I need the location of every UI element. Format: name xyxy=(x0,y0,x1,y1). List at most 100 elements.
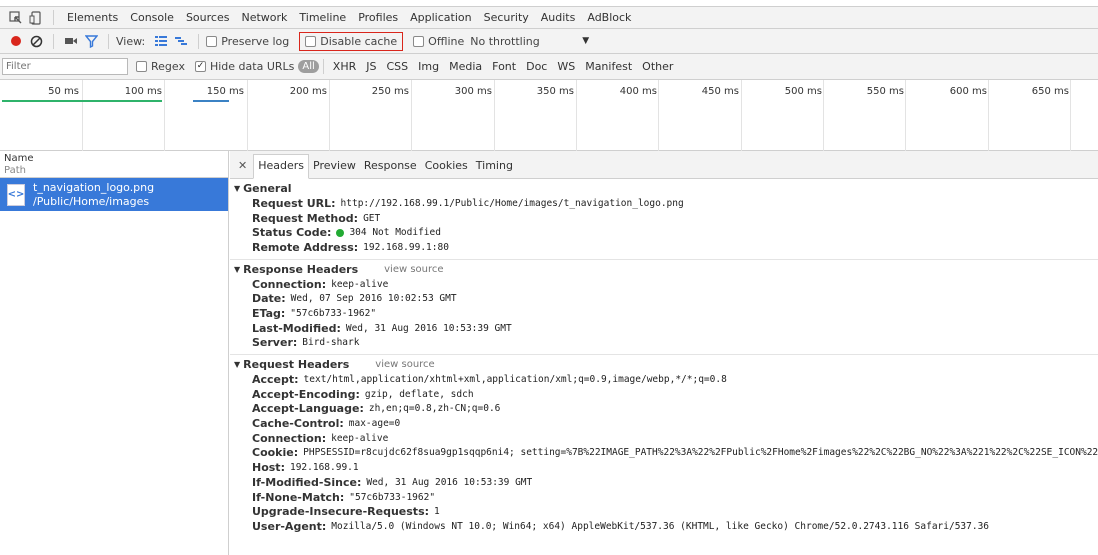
type-filter-img[interactable]: Img xyxy=(413,60,444,73)
header-row: If-None-Match: "57c6b733-1962" xyxy=(230,490,1098,505)
disable-cache-checkbox[interactable]: Disable cache xyxy=(299,31,404,51)
header-name: Accept: xyxy=(252,373,299,387)
view-source-link[interactable]: view source xyxy=(375,359,434,370)
view-source-link[interactable]: view source xyxy=(384,264,443,275)
timeline-grid-line xyxy=(164,80,165,151)
tab-response[interactable]: Response xyxy=(360,159,421,178)
header-row: Remote Address: 192.168.99.1:80 xyxy=(230,240,1098,255)
tab-elements[interactable]: Elements xyxy=(61,11,124,24)
tab-network[interactable]: Network xyxy=(235,11,293,24)
type-filter-ws[interactable]: WS xyxy=(552,60,580,73)
throttling-select[interactable]: No throttling ▼ xyxy=(470,35,589,48)
header-value: GET xyxy=(363,212,381,224)
header-name: User-Agent: xyxy=(252,519,327,533)
offline-checkbox[interactable]: Offline xyxy=(413,35,464,48)
preserve-log-checkbox[interactable]: Preserve log xyxy=(206,35,289,48)
type-filter-doc[interactable]: Doc xyxy=(521,60,552,73)
header-row: Server: Bird-shark xyxy=(230,336,1098,351)
device-mode-icon[interactable] xyxy=(26,8,46,28)
tab-sources[interactable]: Sources xyxy=(180,11,236,24)
type-filter-font[interactable]: Font xyxy=(487,60,521,73)
header-value: "57c6b733-1962" xyxy=(349,491,436,503)
divider xyxy=(322,59,324,74)
request-list-header[interactable]: Name Path xyxy=(0,151,228,178)
type-filter-xhr[interactable]: XHR xyxy=(328,60,361,73)
checkbox-box[interactable] xyxy=(206,35,218,47)
tab-adblock[interactable]: AdBlock xyxy=(581,11,637,24)
devtools-tabbar: Elements Console Sources Network Timelin… xyxy=(0,6,1098,29)
checkbox-checked-icon[interactable]: ✓ xyxy=(194,61,206,72)
header-name: Host: xyxy=(252,461,285,475)
filter-input[interactable] xyxy=(2,58,128,75)
detail-tabbar: ✕ Headers Preview Response Cookies Timin… xyxy=(230,151,1098,179)
section-title: Response Headers xyxy=(243,262,359,276)
tab-cookies[interactable]: Cookies xyxy=(421,159,472,178)
checkbox-box[interactable] xyxy=(305,35,317,47)
timeline-grid-line xyxy=(411,80,412,151)
inspect-element-icon[interactable] xyxy=(6,8,26,28)
type-filter-js[interactable]: JS xyxy=(361,60,381,73)
header-row: Connection: keep-alive xyxy=(230,431,1098,446)
tab-preview[interactable]: Preview xyxy=(309,159,360,178)
request-text: t_navigation_logo.png /Public/Home/image… xyxy=(33,181,154,209)
hide-data-urls-checkbox[interactable]: ✓ Hide data URLs xyxy=(194,60,294,73)
type-filter-manifest[interactable]: Manifest xyxy=(580,60,637,73)
request-headers-title[interactable]: ▼ Request Headers view source xyxy=(230,357,1098,372)
response-headers-title[interactable]: ▼ Response Headers view source xyxy=(230,262,1098,277)
network-toolbar: View: Preserve log Disable cache Offline… xyxy=(0,29,1098,54)
header-row: Status Code: 304 Not Modified xyxy=(230,225,1098,240)
timeline-grid-line xyxy=(905,80,906,151)
timeline-label: 250 ms xyxy=(371,86,409,97)
timeline-grid-line xyxy=(658,80,659,151)
tab-timeline[interactable]: Timeline xyxy=(293,11,352,24)
triangle-down-icon: ▼ xyxy=(234,184,241,193)
header-name: ETag: xyxy=(252,306,286,320)
response-headers-section: ▼ Response Headers view source Connectio… xyxy=(230,260,1098,356)
filter-icon[interactable] xyxy=(81,31,101,51)
header-row: User-Agent: Mozilla/5.0 (Windows NT 10.0;… xyxy=(230,519,1098,534)
header-row: Cache-Control: max-age=0 xyxy=(230,416,1098,431)
regex-label: Regex xyxy=(151,60,185,73)
tab-headers[interactable]: Headers xyxy=(253,154,310,179)
timeline-overview[interactable]: 50 ms 100 ms 150 ms 200 ms 250 ms 300 ms… xyxy=(0,80,1098,151)
timeline-label: 300 ms xyxy=(454,86,492,97)
timeline-label: 50 ms xyxy=(48,86,79,97)
image-file-icon: <> xyxy=(7,183,25,206)
tab-profiles[interactable]: Profiles xyxy=(352,11,404,24)
timeline-grid-line xyxy=(82,80,83,151)
section-title: Request Headers xyxy=(243,358,350,372)
overview-icon[interactable] xyxy=(171,31,191,51)
divider xyxy=(53,10,54,25)
header-value: 1 xyxy=(434,506,440,518)
filter-bar: Regex ✓ Hide data URLs All XHR JS CSS Im… xyxy=(0,54,1098,80)
tab-security[interactable]: Security xyxy=(478,11,535,24)
type-filter-all[interactable]: All xyxy=(298,60,319,73)
close-icon[interactable]: ✕ xyxy=(234,159,253,178)
tab-audits[interactable]: Audits xyxy=(535,11,582,24)
type-filter-media[interactable]: Media xyxy=(444,60,487,73)
large-rows-icon[interactable] xyxy=(151,31,171,51)
request-detail-panel: ✕ Headers Preview Response Cookies Timin… xyxy=(230,151,1098,555)
header-row: Request Method: GET xyxy=(230,211,1098,226)
header-name: Cookie: xyxy=(252,446,299,460)
disable-cache-label: Disable cache xyxy=(320,34,398,48)
checkbox-box[interactable] xyxy=(136,61,147,72)
tab-console[interactable]: Console xyxy=(124,11,180,24)
checkbox-box[interactable] xyxy=(413,35,425,47)
header-name: Date: xyxy=(252,292,286,306)
type-filter-css[interactable]: CSS xyxy=(381,60,413,73)
header-row: Date: Wed, 07 Sep 2016 10:02:53 GMT xyxy=(230,291,1098,306)
general-section-title[interactable]: ▼ General xyxy=(230,181,1098,196)
header-name: Accept-Language: xyxy=(252,402,364,416)
request-row[interactable]: <> t_navigation_logo.png /Public/Home/im… xyxy=(0,178,228,211)
status-ok-icon xyxy=(336,228,345,237)
regex-checkbox[interactable]: Regex xyxy=(136,60,185,73)
type-filter-other[interactable]: Other xyxy=(637,60,678,73)
header-value: text/html,application/xhtml+xml,applicat… xyxy=(303,374,727,386)
tab-application[interactable]: Application xyxy=(404,11,477,24)
record-icon[interactable] xyxy=(6,31,26,51)
tab-timing[interactable]: Timing xyxy=(472,159,517,178)
capture-screenshots-icon[interactable] xyxy=(61,31,81,51)
clear-icon[interactable] xyxy=(26,31,46,51)
timeline-grid-line xyxy=(494,80,495,151)
